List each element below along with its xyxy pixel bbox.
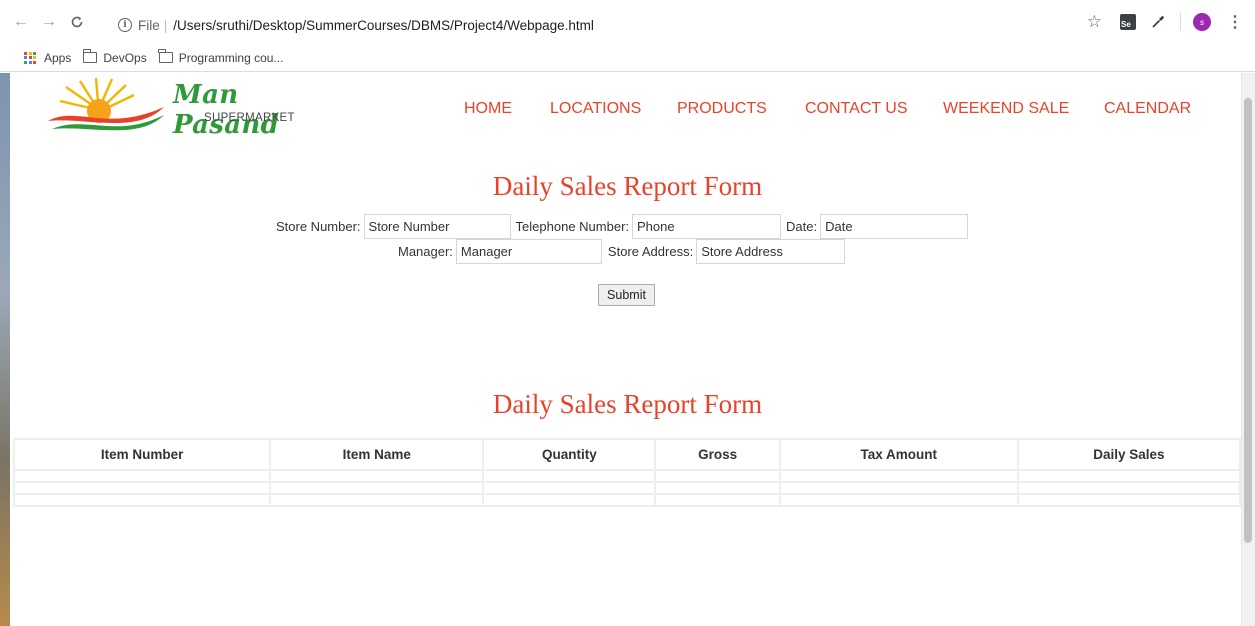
bookmark-label: Apps [44,50,72,65]
url-scheme: File [138,17,160,33]
menu-products[interactable]: PRODUCTS [677,100,767,118]
menu-weekend-sale[interactable]: WEEKEND SALE [943,100,1069,118]
table-cell [654,493,781,507]
url-path: /Users/sruthi/Desktop/SummerCourses/DBMS… [173,17,594,33]
form-title: Daily Sales Report Form [492,171,763,201]
table-row [12,493,1242,507]
bookmark-devops[interactable]: DevOps [83,49,147,65]
sun-swoosh-icon [48,77,164,131]
bookmark-apps[interactable]: Apps [24,51,71,65]
more-menu-icon[interactable]: ⋮ [1227,12,1243,32]
bookmark-label: Programming cou... [178,50,284,65]
address-bar[interactable]: i File | /Users/sruthi/Desktop/SummerCou… [118,12,1118,38]
table-cell [1016,481,1242,495]
site-logo[interactable]: Man Pasand SUPERMARKET [46,77,296,141]
folder-icon [158,49,173,63]
browser-toolbar: ← → i File | /Users/sruthi/Desktop/Summe… [0,0,1255,44]
menu-contact-us[interactable]: CONTACT US [805,100,908,118]
logo-subtitle: SUPERMARKET [204,112,295,124]
toolbar-divider [1180,13,1181,31]
scrollbar-thumb[interactable] [1244,98,1252,543]
table-cell [269,481,485,495]
selenium-extension-icon[interactable]: Se [1120,14,1136,30]
eyedropper-extension-icon[interactable] [1150,14,1166,30]
folder-icon [83,49,98,63]
column-header-tax-amount: Tax Amount [778,438,1019,471]
sales-table: Item Number Item Name Quantity Gross Tax… [12,438,1242,507]
table-row [12,469,1242,483]
table-title: Daily Sales Report Form [492,389,763,419]
info-icon[interactable]: i [118,18,132,32]
menu-locations[interactable]: LOCATIONS [550,100,641,118]
form-row-2: Manager: Store Address: [398,239,846,264]
page-viewport: Man Pasand SUPERMARKET HOME LOCATIONS PR… [0,73,1255,626]
table-cell [269,493,485,507]
column-header-item-name: Item Name [269,438,485,471]
table-body [12,469,1242,507]
store-address-input[interactable] [696,239,846,264]
table-cell [12,481,272,495]
bookmark-programming[interactable]: Programming cou... [158,49,284,65]
store-number-label: Store Number: [276,219,361,234]
page-scrollbar[interactable] [1241,73,1255,626]
menu-home[interactable]: HOME [464,100,512,118]
table-cell [778,481,1019,495]
table-cell [269,469,485,483]
submit-button[interactable]: Submit [598,284,655,306]
date-input[interactable] [820,214,969,239]
url-separator: | [163,17,168,33]
bookmarks-bar: Apps DevOps Programming cou... [0,44,1255,72]
table-cell [482,493,657,507]
bookmark-label: DevOps [103,50,147,65]
column-header-gross: Gross [654,438,781,471]
forward-arrow-icon[interactable]: → [38,11,60,33]
menu-calendar[interactable]: CALENDAR [1104,100,1191,118]
table-cell [654,469,781,483]
table-header-row: Item Number Item Name Quantity Gross Tax… [12,438,1242,471]
table-cell [654,481,781,495]
telephone-label: Telephone Number: [515,219,630,234]
form-row-1: Store Number: Telephone Number: Date: [276,214,969,239]
table-cell [482,481,657,495]
toolbar-right-icons: ☆ Se s ⋮ [1087,10,1255,34]
table-cell [1016,469,1242,483]
profile-avatar[interactable]: s [1193,13,1211,31]
table-cell [12,493,272,507]
store-address-label: Store Address: [607,244,694,259]
back-arrow-icon[interactable]: ← [10,11,32,33]
desktop-edge [0,73,10,626]
column-header-quantity: Quantity [482,438,657,471]
date-label: Date: [786,219,818,234]
table-cell [778,469,1019,483]
table-cell [1016,493,1242,507]
column-header-item-number: Item Number [12,438,272,471]
table-row [12,481,1242,495]
store-number-input[interactable] [363,214,511,239]
table-cell [482,469,657,483]
column-header-daily-sales: Daily Sales [1016,438,1242,471]
manager-input[interactable] [455,239,602,264]
table-cell [778,493,1019,507]
telephone-input[interactable] [632,214,782,239]
manager-label: Manager: [398,244,453,259]
reload-icon[interactable] [66,11,88,33]
apps-grid-icon [24,51,36,64]
table-cell [12,469,272,483]
logo-name: Man Pasand [173,80,280,140]
bookmark-star-icon[interactable]: ☆ [1087,12,1102,32]
